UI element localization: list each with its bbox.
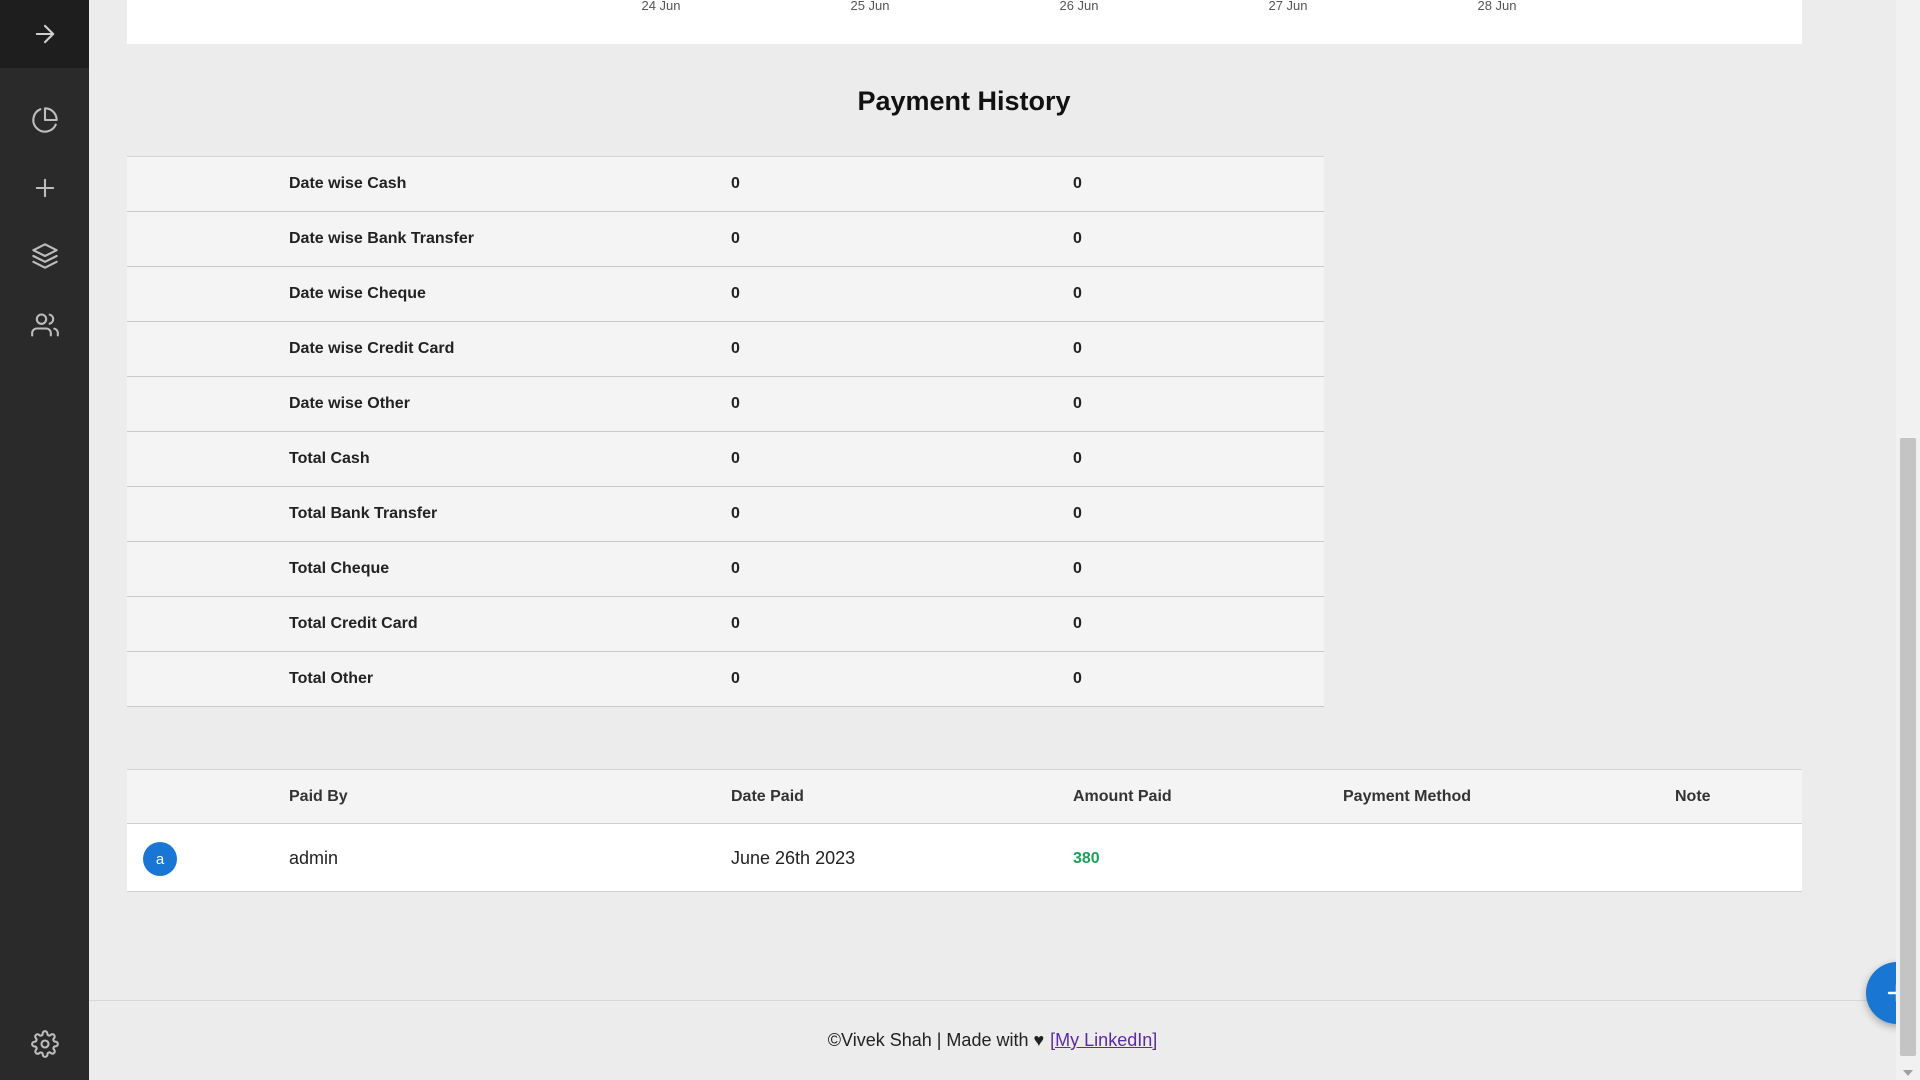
layers-icon xyxy=(31,243,58,269)
summary-row: Total Other 0 0 xyxy=(127,652,1324,707)
sidebar xyxy=(0,0,89,1080)
page-title: Payment History xyxy=(857,86,1071,116)
summary-value: 0 xyxy=(1073,450,1082,467)
summary-value: 0 xyxy=(731,450,740,467)
summary-row: Date wise Cash 0 0 xyxy=(127,157,1324,212)
sidebar-item-layers[interactable] xyxy=(0,222,89,290)
amount-paid-cell: 380 xyxy=(1073,850,1100,867)
summary-value: 0 xyxy=(731,560,740,577)
summary-label: Date wise Bank Transfer xyxy=(289,230,474,247)
summary-row: Date wise Credit Card 0 0 xyxy=(127,322,1324,377)
column-header-payment-method[interactable]: Payment Method xyxy=(1343,788,1471,806)
summary-value: 0 xyxy=(1073,175,1082,192)
summary-label: Total Cash xyxy=(289,450,370,467)
summary-row: Date wise Bank Transfer 0 0 xyxy=(127,212,1324,267)
column-header-paid-by[interactable]: Paid By xyxy=(289,788,348,806)
pie-chart-icon xyxy=(31,107,58,133)
column-header-date-paid[interactable]: Date Paid xyxy=(731,788,804,806)
summary-label: Date wise Cash xyxy=(289,175,407,192)
summary-row: Date wise Cheque 0 0 xyxy=(127,267,1324,322)
chart-card-partial: 24 Jun 25 Jun 26 Jun 27 Jun 28 Jun xyxy=(127,0,1802,44)
payments-table: Paid By Date Paid Amount Paid Payment Me… xyxy=(127,769,1802,892)
summary-value: 0 xyxy=(1073,615,1082,632)
summary-row: Total Cash 0 0 xyxy=(127,432,1324,487)
summary-value: 0 xyxy=(731,230,740,247)
summary-value: 0 xyxy=(1073,560,1082,577)
summary-value: 0 xyxy=(1073,285,1082,302)
summary-value: 0 xyxy=(731,615,740,632)
summary-value: 0 xyxy=(1073,340,1082,357)
sidebar-item-add[interactable] xyxy=(0,154,89,222)
summary-label: Total Credit Card xyxy=(289,615,418,632)
table-row[interactable]: a admin June 26th 2023 380 xyxy=(127,824,1802,892)
summary-label: Date wise Other xyxy=(289,395,410,412)
summary-row: Total Bank Transfer 0 0 xyxy=(127,487,1324,542)
scroll-down-arrow-icon[interactable] xyxy=(1903,1070,1913,1076)
x-tick-label: 26 Jun xyxy=(1059,0,1099,13)
summary-value: 0 xyxy=(731,340,740,357)
gear-icon xyxy=(30,1030,59,1058)
summary-value: 0 xyxy=(731,505,740,522)
sidebar-item-dashboard[interactable] xyxy=(0,86,89,154)
payments-table-header: Paid By Date Paid Amount Paid Payment Me… xyxy=(127,770,1802,824)
footer-credit: ©Vivek Shah | Made with ♥ xyxy=(827,1030,1045,1050)
x-tick-label: 24 Jun xyxy=(641,0,681,13)
vertical-scrollbar[interactable] xyxy=(1896,0,1920,1080)
column-header-amount-paid[interactable]: Amount Paid xyxy=(1073,788,1172,806)
sidebar-toggle-button[interactable] xyxy=(0,0,89,68)
summary-value: 0 xyxy=(731,395,740,412)
summary-label: Total Other xyxy=(289,670,374,687)
arrow-right-icon xyxy=(35,24,54,44)
payment-summary-table: Date wise Cash 0 0 Date wise Bank Transf… xyxy=(127,156,1324,707)
x-tick-label: 28 Jun xyxy=(1477,0,1517,13)
summary-label: Total Cheque xyxy=(289,560,390,577)
main-content: 24 Jun 25 Jun 26 Jun 27 Jun 28 Jun Payme… xyxy=(89,0,1920,1080)
summary-value: 0 xyxy=(1073,670,1082,687)
scrollbar-thumb[interactable] xyxy=(1900,438,1916,1056)
footer: ©Vivek Shah | Made with ♥ [My LinkedIn] xyxy=(89,1000,1896,1080)
summary-value: 0 xyxy=(1073,505,1082,522)
x-tick-label: 25 Jun xyxy=(850,0,890,13)
summary-value: 0 xyxy=(731,285,740,302)
avatar: a xyxy=(143,842,177,876)
summary-row: Total Credit Card 0 0 xyxy=(127,597,1324,652)
summary-label: Date wise Credit Card xyxy=(289,340,455,357)
sidebar-item-settings[interactable] xyxy=(0,1010,89,1078)
summary-value: 0 xyxy=(1073,395,1082,412)
users-icon xyxy=(30,313,59,337)
linkedin-link[interactable]: [My LinkedIn] xyxy=(1050,1030,1157,1051)
summary-row: Total Cheque 0 0 xyxy=(127,542,1324,597)
x-tick-label: 27 Jun xyxy=(1268,0,1308,13)
paid-by-cell: admin xyxy=(289,848,339,868)
summary-row: Date wise Other 0 0 xyxy=(127,377,1324,432)
summary-value: 0 xyxy=(731,670,740,687)
plus-icon xyxy=(35,178,54,198)
summary-label: Total Bank Transfer xyxy=(289,505,438,522)
date-paid-cell: June 26th 2023 xyxy=(731,848,856,868)
summary-value: 0 xyxy=(731,175,740,192)
column-header-note[interactable]: Note xyxy=(1675,788,1711,806)
summary-label: Date wise Cheque xyxy=(289,285,426,302)
sidebar-item-users[interactable] xyxy=(0,291,89,359)
summary-value: 0 xyxy=(1073,230,1082,247)
